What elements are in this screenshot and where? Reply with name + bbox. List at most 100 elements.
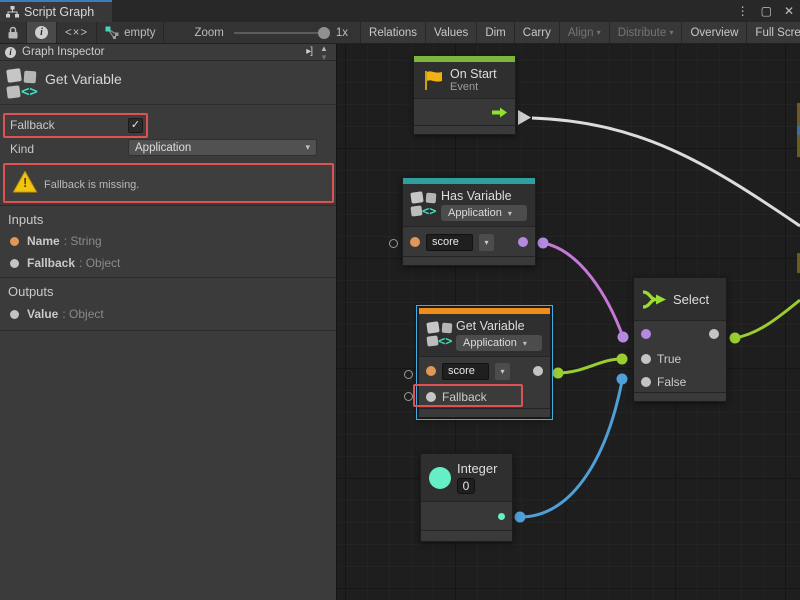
fallback-port-error-highlight (413, 384, 523, 407)
panel-title: Graph Inspector (22, 46, 104, 58)
selection-status: empty (97, 22, 164, 43)
selection-output-port[interactable] (709, 329, 719, 339)
string-port-dot (10, 237, 19, 246)
chevron-down-icon: ▾ (500, 367, 504, 376)
scroll-down-icon[interactable]: ▼ (320, 53, 328, 62)
output-row-value: Value: Object (10, 307, 104, 321)
lock-icon (7, 26, 19, 39)
unit-header: <> Get Variable (0, 62, 336, 105)
node-title: Integer (457, 461, 497, 476)
flow-output-port[interactable] (491, 107, 508, 118)
unconnected-port[interactable] (404, 392, 413, 401)
node-title: Get Variable (456, 319, 542, 333)
scroll-up-icon[interactable]: ▲ (320, 44, 328, 53)
variable-kind-dropdown[interactable]: Application ▾ (456, 335, 542, 351)
chevron-down-icon: ▾ (305, 142, 310, 153)
flag-icon (422, 70, 444, 91)
inspector-toggle-button[interactable]: i (27, 22, 57, 43)
graph-inspector-panel: i Graph Inspector ▸] ▲ ▼ <> Get Variable… (0, 44, 337, 600)
window-menu-icon[interactable]: ⋮ (737, 4, 749, 18)
carry-button[interactable]: Carry (515, 22, 560, 43)
relations-button[interactable]: Relations (360, 22, 426, 43)
input-row-fallback: Fallback: Object (10, 256, 120, 270)
false-port-label: False (657, 375, 686, 389)
integer-literal-icon (429, 467, 451, 489)
fallback-label: Fallback (10, 118, 55, 132)
name-input-port[interactable] (410, 237, 420, 247)
name-input-port[interactable] (426, 366, 436, 376)
variable-name-field[interactable]: score (426, 234, 473, 251)
full-screen-button[interactable]: Full Screen (747, 22, 800, 43)
node-title: Has Variable (441, 189, 527, 203)
variable-icon: <> (427, 321, 450, 349)
graph-inspector-header: i Graph Inspector ▸] ▲ ▼ (0, 44, 336, 61)
variable-icon: <> (7, 68, 43, 102)
code-icon: <×> (65, 27, 88, 39)
panel-scroll-arrows[interactable]: ▲ ▼ (316, 44, 332, 64)
info-icon: i (35, 26, 48, 39)
outputs-section-title: Outputs (8, 284, 54, 299)
true-input-port[interactable] (641, 354, 651, 364)
variable-kind-dropdown[interactable]: Application ▾ (441, 205, 527, 221)
dim-button[interactable]: Dim (477, 22, 514, 43)
zoom-slider[interactable] (234, 32, 324, 34)
node-select[interactable]: Select True False (633, 277, 727, 402)
fallback-checkbox[interactable]: ✓ (128, 118, 143, 133)
variable-name-field[interactable]: score (442, 363, 489, 380)
integer-value-field[interactable]: 0 (457, 478, 475, 494)
unconnected-port[interactable] (404, 370, 413, 379)
warning-exclamation: ! (23, 175, 27, 190)
variable-icon: <> (411, 191, 435, 219)
overview-button[interactable]: Overview (682, 22, 747, 43)
kind-label: Kind (10, 142, 34, 156)
maximize-icon[interactable]: ▢ (761, 4, 772, 18)
node-has-variable[interactable]: <> Has Variable Application ▾ score ▾ (402, 177, 536, 266)
zoom-control: Zoom 1x (164, 22, 356, 43)
zoom-slider-handle[interactable] (318, 27, 330, 39)
zoom-value: 1x (336, 27, 348, 39)
graph-toolbar: i <×> empty Zoom 1x Relations Values Dim… (0, 22, 800, 44)
object-port-dot (10, 310, 19, 319)
node-integer[interactable]: Integer 0 (420, 453, 513, 542)
variable-picker-button[interactable]: ▾ (479, 234, 494, 251)
divider (0, 205, 336, 206)
node-title: On Start (450, 67, 497, 81)
tab-script-graph[interactable]: Script Graph (0, 0, 112, 22)
chevron-down-icon: ▾ (597, 28, 601, 37)
select-merge-icon (642, 289, 667, 310)
warning-text: Fallback is missing. (44, 179, 139, 191)
bool-output-port[interactable] (518, 237, 528, 247)
node-subtitle: Event (450, 81, 497, 93)
unconnected-port[interactable] (389, 239, 398, 248)
values-button[interactable]: Values (426, 22, 477, 43)
condition-input-port[interactable] (641, 329, 651, 339)
dock-icon[interactable]: ▸] (306, 46, 312, 57)
kind-dropdown[interactable]: Application ▾ (128, 139, 317, 156)
unit-title: Get Variable (45, 71, 122, 87)
kind-value: Application (135, 142, 191, 154)
info-icon: i (5, 47, 16, 58)
chevron-down-icon: ▾ (484, 238, 488, 247)
variable-picker-button[interactable]: ▾ (495, 363, 510, 380)
graph-canvas[interactable] (337, 44, 800, 600)
false-input-port[interactable] (641, 377, 651, 387)
close-icon[interactable]: ✕ (784, 4, 794, 18)
zoom-label: Zoom (194, 27, 223, 39)
distribute-dropdown[interactable]: Distribute ▾ (610, 22, 683, 43)
integer-output-port[interactable] (498, 513, 505, 520)
node-on-start[interactable]: On Start Event (413, 55, 516, 135)
tab-title: Script Graph (24, 5, 94, 19)
chevron-down-icon: ▾ (508, 209, 512, 218)
divider (0, 277, 336, 278)
chevron-down-icon: ▾ (669, 28, 673, 37)
object-port-dot (10, 259, 19, 268)
align-dropdown[interactable]: Align ▾ (560, 22, 610, 43)
chevron-down-icon: ▾ (523, 339, 527, 348)
divider (0, 330, 336, 331)
code-view-button[interactable]: <×> (57, 22, 97, 43)
input-row-name: Name: String (10, 234, 102, 248)
node-title: Select (673, 292, 709, 307)
value-output-port[interactable] (533, 366, 543, 376)
selection-label: empty (124, 27, 155, 39)
lock-button[interactable] (0, 22, 27, 43)
